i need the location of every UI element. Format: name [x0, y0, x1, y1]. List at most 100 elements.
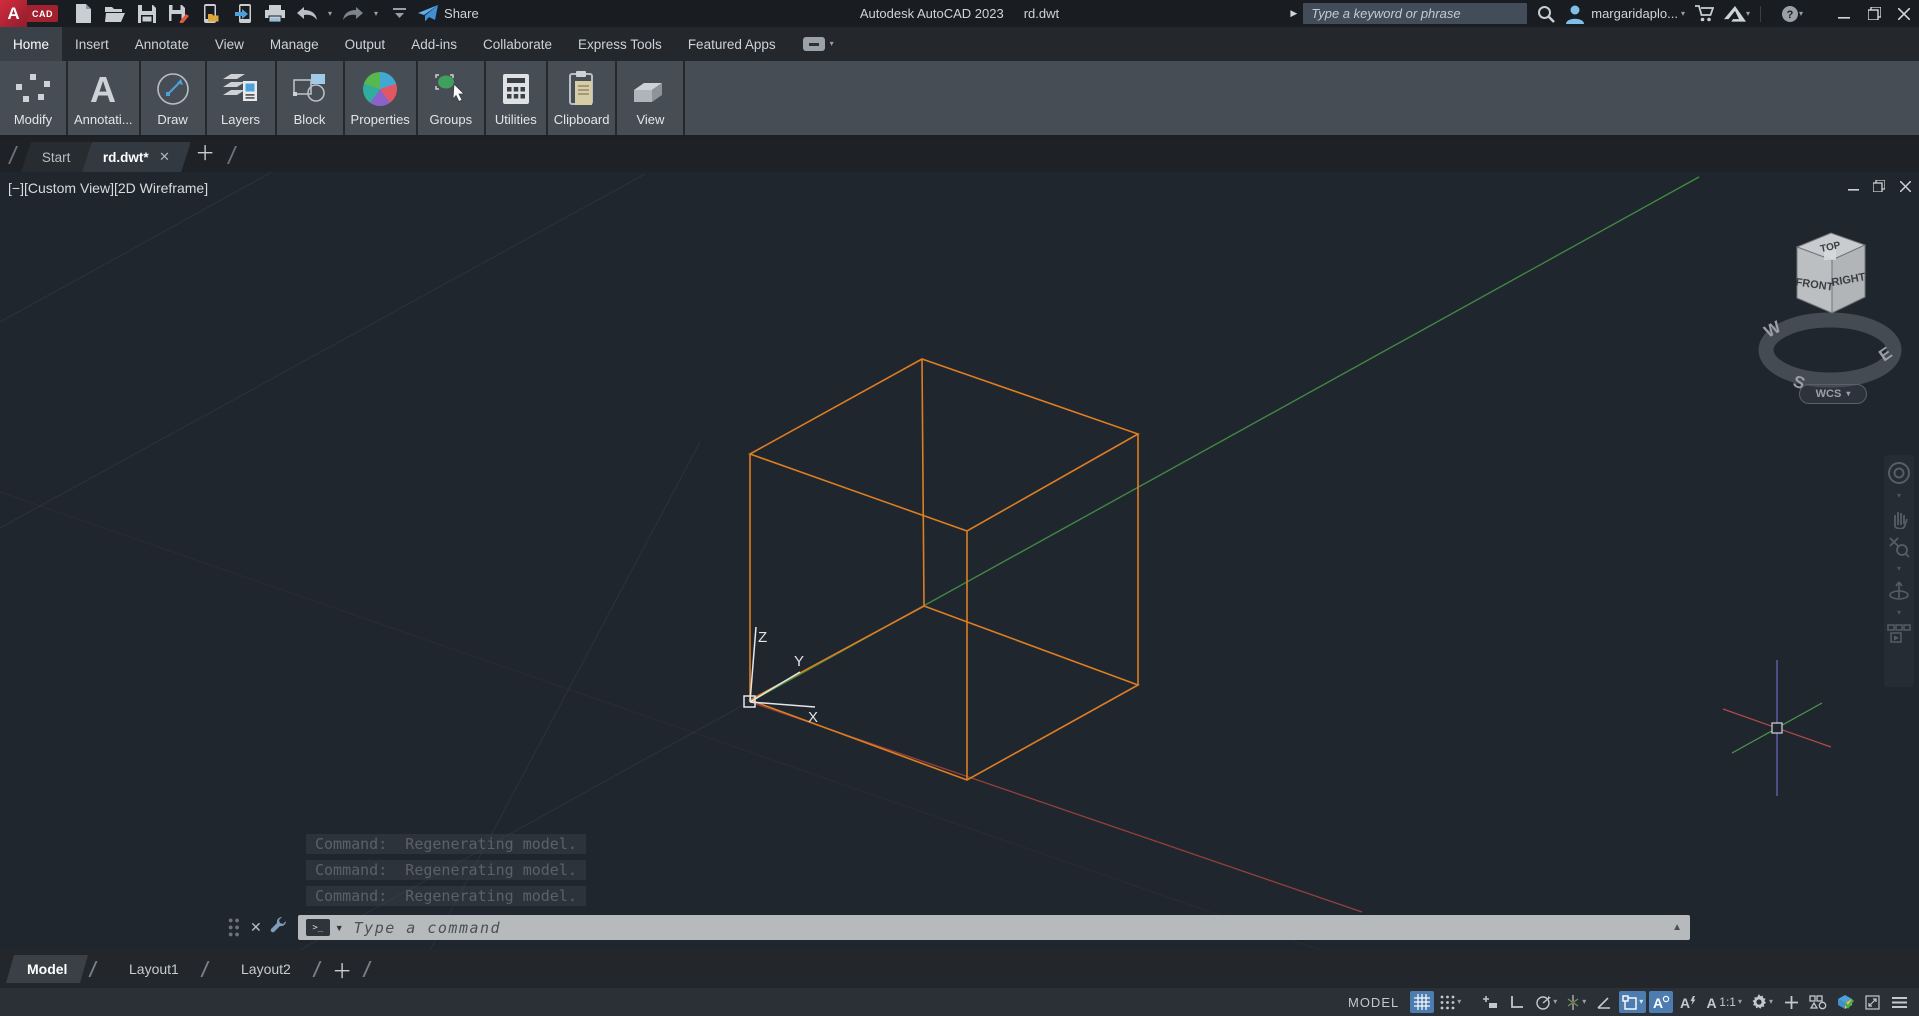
- tab-view[interactable]: View: [202, 27, 257, 61]
- undo-button[interactable]: [296, 3, 318, 25]
- viewport-visual-style-control[interactable]: [2D Wireframe]: [114, 180, 208, 196]
- tab-annotate[interactable]: Annotate: [122, 27, 202, 61]
- save-button[interactable]: [136, 3, 158, 25]
- object-snap-tracking-toggle[interactable]: [1592, 991, 1616, 1013]
- workspace-switching-button[interactable]: ▾: [1748, 991, 1776, 1013]
- tab-express-tools[interactable]: Express Tools: [565, 27, 675, 61]
- autodesk-apps-menu[interactable]: ▾: [1724, 6, 1750, 22]
- drawing-area[interactable]: Z Y X [−] [Custom View] [2D Wireframe]: [0, 172, 1919, 950]
- close-button[interactable]: [1889, 0, 1919, 27]
- tab-addins[interactable]: Add-ins: [398, 27, 470, 61]
- command-line-grip[interactable]: ●●●●●●: [228, 917, 242, 939]
- selection-cycling-toggle[interactable]: ▾: [1619, 991, 1646, 1013]
- minimize-button[interactable]: [1829, 0, 1859, 27]
- redo-button[interactable]: [342, 3, 364, 25]
- model-space-indicator[interactable]: MODEL: [1348, 995, 1399, 1010]
- navbar-zoom-caret[interactable]: ▾: [1897, 565, 1901, 573]
- command-input-bar[interactable]: >_ ▼ ▲: [298, 915, 1690, 940]
- panel-draw[interactable]: Draw: [141, 61, 207, 135]
- panel-block[interactable]: Block: [277, 61, 345, 135]
- panel-view[interactable]: View: [617, 61, 685, 135]
- undo-dropdown-caret[interactable]: ▾: [328, 10, 332, 18]
- file-tab-close-icon[interactable]: ✕: [158, 149, 169, 165]
- account-menu[interactable]: margaridaplo... ▾: [1565, 4, 1685, 24]
- isolate-objects-button[interactable]: [1779, 991, 1803, 1013]
- panel-clipboard[interactable]: Clipboard: [548, 61, 618, 135]
- scale-dropdown-caret[interactable]: ▾: [1738, 998, 1742, 1006]
- navbar-wheel-caret[interactable]: ▾: [1897, 492, 1901, 500]
- open-from-web-mobile-button[interactable]: [200, 3, 222, 25]
- zoom-icon[interactable]: [1888, 536, 1910, 558]
- search-collapse-icon[interactable]: ▶: [1290, 8, 1297, 19]
- polar-dropdown-caret[interactable]: ▾: [1553, 998, 1557, 1006]
- tab-home[interactable]: Home: [0, 27, 62, 61]
- command-prompt-icon[interactable]: >_: [306, 919, 330, 936]
- command-dropdown-caret[interactable]: ▼: [335, 923, 344, 933]
- app-logo[interactable]: A CAD: [0, 0, 58, 27]
- steering-wheel-icon[interactable]: [1887, 461, 1911, 485]
- tab-collaborate[interactable]: Collaborate: [470, 27, 565, 61]
- tab-insert[interactable]: Insert: [62, 27, 122, 61]
- workspace-dropdown-caret[interactable]: ▾: [1769, 998, 1773, 1006]
- grid-display-toggle[interactable]: [1410, 991, 1434, 1013]
- panel-utilities[interactable]: Utilities: [486, 61, 548, 135]
- restore-button[interactable]: [1859, 0, 1889, 27]
- orbit-icon[interactable]: [1888, 580, 1910, 602]
- tab-output[interactable]: Output: [332, 27, 399, 61]
- viewport-minimize-control[interactable]: [−]: [8, 180, 24, 196]
- tab-model[interactable]: Model: [6, 955, 88, 983]
- snap-mode-toggle[interactable]: ▾: [1437, 991, 1464, 1013]
- command-line-customize-icon[interactable]: [270, 916, 288, 939]
- search-input[interactable]: [1303, 3, 1527, 24]
- command-line-close-icon[interactable]: ✕: [250, 919, 262, 936]
- graphics-performance-button[interactable]: [1833, 991, 1857, 1013]
- viewport-restore-icon[interactable]: [1871, 178, 1887, 194]
- search-button[interactable]: [1537, 5, 1555, 23]
- tab-manage[interactable]: Manage: [257, 27, 332, 61]
- annotation-visibility-toggle[interactable]: A: [1649, 991, 1673, 1013]
- command-input[interactable]: [354, 919, 1672, 937]
- selection-dropdown-caret[interactable]: ▾: [1639, 998, 1643, 1006]
- viewport-minimize-icon[interactable]: [1845, 178, 1861, 194]
- store-cart-button[interactable]: [1695, 5, 1714, 23]
- plot-button[interactable]: [264, 3, 286, 25]
- fullscreen-button[interactable]: [1860, 991, 1884, 1013]
- object-snap-toggle[interactable]: ▾: [1563, 991, 1589, 1013]
- help-menu[interactable]: ? ▾: [1781, 5, 1803, 23]
- snap-dropdown-caret[interactable]: ▾: [1457, 998, 1461, 1006]
- navbar-orbit-caret[interactable]: ▾: [1897, 609, 1901, 617]
- customization-menu-button[interactable]: [1887, 991, 1911, 1013]
- open-file-button[interactable]: [104, 3, 126, 25]
- tab-featured-apps[interactable]: Featured Apps: [675, 27, 789, 61]
- polar-tracking-toggle[interactable]: ▾: [1532, 991, 1560, 1013]
- ortho-mode-toggle[interactable]: [1505, 991, 1529, 1013]
- pan-hand-icon[interactable]: [1888, 507, 1910, 529]
- viewport-view-control[interactable]: [Custom View]: [24, 180, 114, 196]
- command-expand-caret[interactable]: ▲: [1672, 922, 1682, 933]
- wcs-menu[interactable]: WCS ▾: [1799, 384, 1867, 404]
- annotation-scale-button[interactable]: A 1:1 ▾: [1703, 991, 1745, 1013]
- file-tab-active[interactable]: rd.dwt* ✕: [82, 142, 190, 172]
- ribbon-display-toggle[interactable]: ▾: [803, 27, 834, 61]
- tab-layout2[interactable]: Layout2: [220, 955, 312, 983]
- share-button[interactable]: Share: [418, 5, 479, 23]
- new-layout-button[interactable]: ＋: [332, 955, 352, 984]
- qat-customize-button[interactable]: [388, 3, 410, 25]
- annotation-autoscale-toggle[interactable]: A: [1676, 991, 1700, 1013]
- new-file-button[interactable]: [72, 3, 94, 25]
- save-as-button[interactable]: [168, 3, 190, 25]
- save-to-web-mobile-button[interactable]: [232, 3, 254, 25]
- panel-layers[interactable]: Layers: [207, 61, 277, 135]
- file-tab-start[interactable]: Start: [21, 142, 91, 172]
- new-drawing-button[interactable]: ＋: [195, 137, 215, 166]
- infer-constraints-toggle[interactable]: [1478, 991, 1502, 1013]
- panel-annotation[interactable]: A Annotati...: [68, 61, 141, 135]
- panel-properties[interactable]: Properties: [345, 61, 418, 135]
- show-motion-icon[interactable]: [1887, 624, 1911, 644]
- viewport-close-icon[interactable]: [1897, 178, 1913, 194]
- clean-screen-button[interactable]: [1806, 991, 1830, 1013]
- osnap-dropdown-caret[interactable]: ▾: [1582, 998, 1586, 1006]
- panel-groups[interactable]: Groups: [418, 61, 486, 135]
- redo-dropdown-caret[interactable]: ▾: [374, 10, 378, 18]
- tab-layout1[interactable]: Layout1: [108, 955, 200, 983]
